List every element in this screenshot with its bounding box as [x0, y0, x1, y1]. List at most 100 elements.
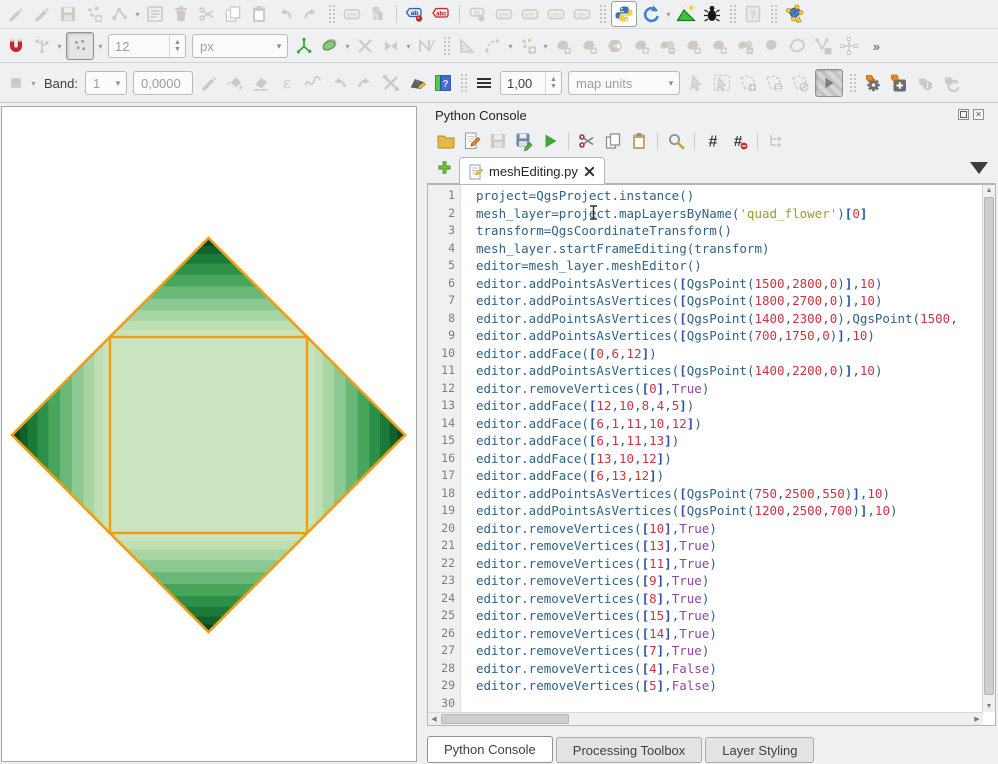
line-number: 19: [441, 502, 455, 520]
simplify-feature-icon: [577, 34, 601, 58]
code-line: editor.addFace([6,1,11,10,12]): [476, 415, 702, 433]
comment-icon[interactable]: #: [702, 130, 724, 152]
line-number: 29: [441, 677, 455, 695]
snapping-mode-icon-dropdown[interactable]: ▾: [55, 34, 64, 58]
tab-close-icon[interactable]: [584, 166, 595, 177]
move-feature-icon: [516, 34, 540, 58]
editor-horizontal-scrollbar[interactable]: ◀ ▶: [428, 712, 983, 725]
topological-editing-icon[interactable]: [292, 34, 316, 58]
cell-value-field: 0,0000: [133, 71, 193, 95]
line-number: 4: [448, 240, 455, 258]
line-number: 10: [441, 345, 455, 363]
line-number: 30: [441, 695, 455, 713]
code-editor[interactable]: 1234567891011121314151617181920212223242…: [427, 184, 996, 726]
svg-text:abc: abc: [577, 12, 588, 19]
diagram-options-icon[interactable]: abc: [429, 2, 453, 26]
code-line: transform=QgsCoordinateTransform(): [476, 222, 732, 240]
tab-layer-styling[interactable]: Layer Styling: [705, 737, 814, 763]
code-line: editor.removeVertices([8],True): [476, 590, 709, 608]
fill-ring-icon: [655, 34, 679, 58]
line-number: 22: [441, 555, 455, 573]
line-number: 15: [441, 432, 455, 450]
find-text-icon[interactable]: [665, 130, 687, 152]
svg-text:abc: abc: [551, 12, 562, 19]
avoid-overlap-icon[interactable]: [318, 34, 342, 58]
move-feature-icon-dropdown[interactable]: ▾: [541, 34, 550, 58]
circular-string-icon-dropdown[interactable]: ▾: [506, 34, 515, 58]
self-snapping-icon-dropdown[interactable]: ▾: [404, 34, 413, 58]
delete-part-icon: [707, 34, 731, 58]
select-intersect-icon: [762, 71, 786, 95]
code-line: editor.removeVertices([7],True): [476, 642, 709, 660]
run-script-icon[interactable]: [539, 130, 561, 152]
editor-vertical-scrollbar[interactable]: ▲ ▼: [982, 185, 995, 712]
tab-python-console[interactable]: Python Console: [427, 736, 553, 763]
panel-float-button[interactable]: [958, 109, 969, 120]
processing-refresh-icon: [939, 71, 963, 95]
paste-icon[interactable]: [628, 130, 650, 152]
code-line: editor.addFace([6,1,11,13]): [476, 432, 679, 450]
svg-text:ε: ε: [283, 74, 291, 92]
mesh-reindex-icon[interactable]: [405, 71, 429, 95]
avoid-overlap-icon-dropdown[interactable]: ▾: [343, 34, 352, 58]
interpolate-icon: [301, 71, 325, 95]
vertex-tool-icon-dropdown[interactable]: ▾: [133, 2, 142, 26]
code-line: editor.removeVertices([9],True): [476, 572, 709, 590]
line-number-gutter: 1234567891011121314151617181920212223242…: [428, 185, 461, 712]
line-number: 11: [441, 362, 455, 380]
toolbar-overflow[interactable]: »: [863, 34, 887, 58]
mesh-digitizing-icon[interactable]: [782, 2, 806, 26]
code-area[interactable]: project=QgsProject.instance()mesh_layer=…: [462, 185, 982, 712]
tab-label: meshEditing.py: [489, 164, 578, 179]
terrain-plugin-icon[interactable]: [674, 2, 698, 26]
line-number: 2: [448, 205, 455, 223]
code-line: project=QgsProject.instance(): [476, 187, 694, 205]
code-line: editor.removeVertices([4],False): [476, 660, 717, 678]
width-spinbox[interactable]: 1,00▲▼: [500, 71, 562, 95]
redo-icon: [299, 2, 323, 26]
code-line: editor.addPointsAsVertices([QgsPoint(140…: [476, 362, 882, 380]
copy-icon[interactable]: [602, 130, 624, 152]
snapping-toggle-icon[interactable]: [4, 34, 28, 58]
plugin-reloader-icon-dropdown[interactable]: ▾: [664, 2, 673, 26]
snapping-type-button[interactable]: [66, 32, 94, 60]
contour-lines-icon[interactable]: [472, 71, 496, 95]
processing-add-icon[interactable]: [887, 71, 911, 95]
code-line: editor.addFace([12,10,8,4,5]): [476, 397, 694, 415]
new-tab-icon[interactable]: [437, 160, 452, 178]
tab-list-dropdown-icon[interactable]: [970, 162, 988, 174]
python-console-icon[interactable]: [611, 1, 637, 27]
labeling-options-icon[interactable]: ab: [403, 2, 427, 26]
mesh-current-edits-icon-dropdown[interactable]: ▾: [29, 71, 38, 95]
line-number: 25: [441, 607, 455, 625]
offset-curve-icon: [733, 34, 757, 58]
code-line: editor.addFace([13,10,12]): [476, 450, 672, 468]
transform-button[interactable]: [815, 69, 843, 97]
cut-icon[interactable]: [576, 130, 598, 152]
open-script-icon[interactable]: [435, 130, 457, 152]
tab-processing-toolbox[interactable]: Processing Toolbox: [556, 737, 703, 763]
svg-text:abc: abc: [436, 11, 447, 17]
tab-mesh-editing[interactable]: meshEditing.py: [459, 157, 605, 185]
mesh-help-icon[interactable]: ?: [431, 71, 455, 95]
snapping-mode-icon: [30, 34, 54, 58]
panel-title: Python Console: [435, 108, 527, 123]
toolbar-row-3: ▾Band:1▾0,0000ε?1,00▲▼map units▾i: [0, 64, 998, 103]
snapping-type-button-dropdown[interactable]: ▾: [96, 34, 105, 58]
code-line: editor.addPointsAsVertices([QgsPoint(120…: [476, 502, 898, 520]
debug-plugin-icon[interactable]: [700, 2, 724, 26]
processing-toolbox-icon[interactable]: [861, 71, 885, 95]
toolbar-separator: [770, 4, 777, 24]
plugin-reloader-icon[interactable]: [639, 2, 663, 26]
line-number: 5: [448, 257, 455, 275]
units-combo: map units▾: [568, 71, 680, 95]
open-in-editor-icon[interactable]: [461, 130, 483, 152]
save-as-icon[interactable]: [513, 130, 535, 152]
map-canvas[interactable]: [1, 106, 417, 762]
code-line: editor.addPointsAsVertices([QgsPoint(140…: [476, 310, 958, 328]
line-number: 23: [441, 572, 455, 590]
code-line: editor.removeVertices([10],True): [476, 520, 717, 538]
uncomment-icon[interactable]: #: [728, 130, 750, 152]
line-number: 27: [441, 642, 455, 660]
panel-close-button[interactable]: ✕: [973, 109, 984, 120]
